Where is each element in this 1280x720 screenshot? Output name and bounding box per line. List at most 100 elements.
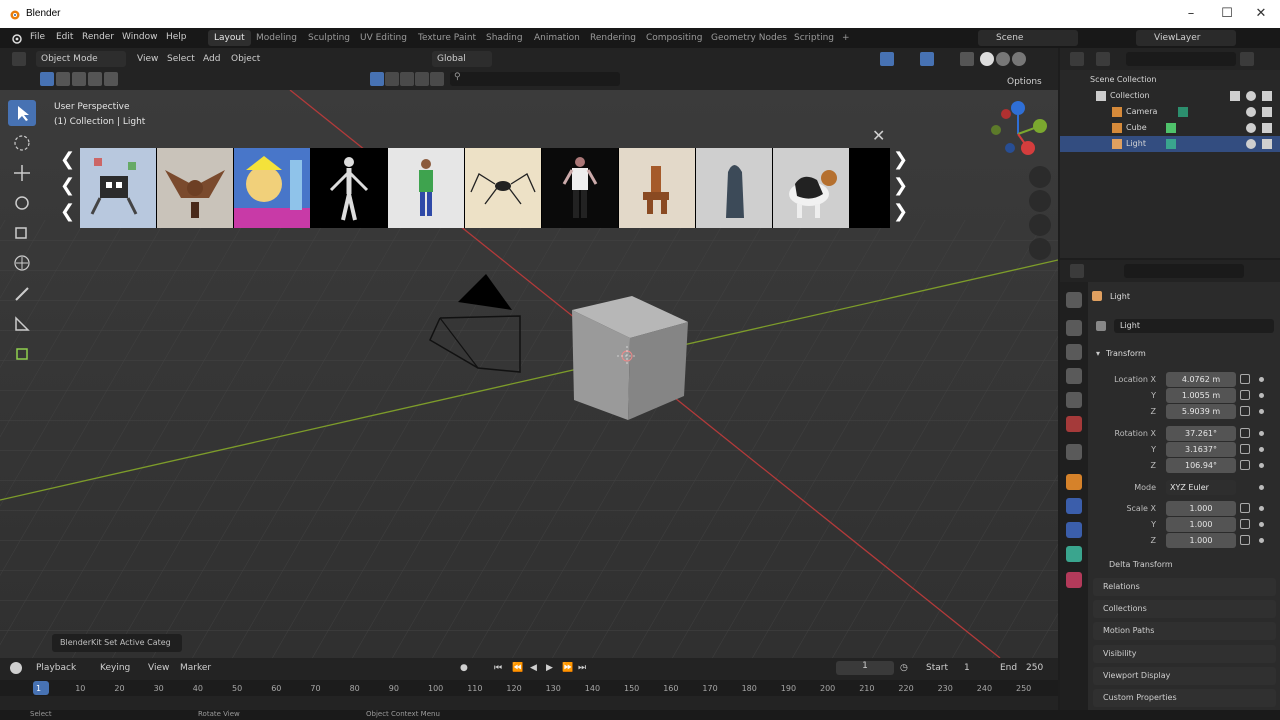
operator-redo-panel[interactable]: BlenderKit Set Active Categ — [52, 634, 182, 652]
asset-thumbnail[interactable] — [311, 148, 387, 228]
tab-geometry-nodes[interactable]: Geometry Nodes — [705, 30, 793, 46]
panel-collections[interactable]: Collections — [1093, 600, 1276, 618]
current-frame-field[interactable]: 1 — [836, 661, 894, 675]
menu-view[interactable]: View — [132, 51, 163, 67]
outliner-item-cube[interactable]: Cube — [1060, 120, 1280, 136]
view-layer-tab-icon[interactable] — [1066, 368, 1082, 384]
asset-thumbnail[interactable] — [696, 148, 772, 228]
asset-scroll-left-icon[interactable]: ❮ — [60, 150, 75, 170]
outliner-item-camera[interactable]: Camera — [1060, 104, 1280, 120]
exclude-checkbox-icon[interactable] — [1230, 91, 1240, 101]
solid-shading-icon[interactable] — [980, 52, 994, 66]
scale-z-field[interactable]: 1.000 — [1166, 533, 1236, 548]
end-frame-field[interactable]: 250 — [1026, 663, 1043, 673]
asset-scroll-right-icon[interactable]: ❯ — [893, 202, 908, 222]
filter-icon-5[interactable] — [430, 72, 444, 86]
jump-start-icon[interactable]: ⏮ — [494, 663, 502, 673]
keyframe-dot-icon[interactable] — [1259, 431, 1264, 436]
menu-window[interactable]: Window — [122, 32, 158, 42]
menu-playback[interactable]: Playback — [36, 663, 76, 673]
jump-end-icon[interactable]: ⏭ — [578, 663, 586, 673]
light-data-tab-icon[interactable] — [1066, 546, 1082, 562]
clock-icon[interactable]: ◷ — [900, 663, 908, 673]
move-tool[interactable] — [8, 160, 36, 186]
lock-icon[interactable] — [1240, 406, 1250, 416]
select-invert-icon[interactable] — [88, 72, 102, 86]
properties-search-input[interactable] — [1124, 264, 1244, 278]
asset-thumbnail[interactable] — [542, 148, 618, 228]
asset-thumbnail[interactable] — [388, 148, 464, 228]
panel-custom-properties[interactable]: Custom Properties — [1093, 689, 1276, 707]
lock-icon[interactable] — [1240, 428, 1250, 438]
filter-icon-3[interactable] — [400, 72, 414, 86]
texture-tab-icon[interactable] — [1066, 572, 1082, 588]
asset-scroll-right-icon[interactable]: ❯ — [893, 150, 908, 170]
menu-keying[interactable]: Keying — [100, 663, 130, 673]
options-button[interactable]: Options — [1002, 74, 1047, 90]
cube-object[interactable] — [572, 296, 688, 420]
display-mode-icon[interactable] — [1096, 52, 1110, 66]
tab-shading[interactable]: Shading — [480, 30, 529, 46]
scene-selector[interactable]: Scene — [978, 30, 1078, 46]
tab-sculpting[interactable]: Sculpting — [302, 30, 356, 46]
add-workspace-button[interactable]: + — [836, 30, 856, 46]
menu-select[interactable]: Select — [162, 51, 200, 67]
tab-scripting[interactable]: Scripting — [788, 30, 840, 46]
scale-x-field[interactable]: 1.000 — [1166, 501, 1236, 516]
keyframe-dot-icon[interactable] — [1259, 463, 1264, 468]
material-shading-icon[interactable] — [996, 52, 1010, 66]
keyframe-dot-icon[interactable] — [1259, 393, 1264, 398]
record-icon[interactable]: ● — [460, 663, 468, 673]
select-tool[interactable] — [8, 100, 36, 126]
object-tab-icon[interactable] — [1066, 474, 1082, 490]
pan-hand-icon[interactable] — [1029, 190, 1051, 212]
keyframe-dot-icon[interactable] — [1259, 377, 1264, 382]
menu-object[interactable]: Object — [226, 51, 265, 67]
light-data-selector-icon[interactable] — [1096, 321, 1106, 331]
tool-tab-icon[interactable] — [1066, 292, 1082, 308]
render-tab-icon[interactable] — [1066, 320, 1082, 336]
lock-icon[interactable] — [1240, 460, 1250, 470]
tab-layout[interactable]: Layout — [208, 30, 251, 46]
asset-thumbnail[interactable] — [157, 148, 233, 228]
outliner-item-collection[interactable]: Collection — [1060, 88, 1280, 104]
visibility-filter-icon[interactable] — [370, 72, 384, 86]
zoom-icon[interactable] — [1029, 166, 1051, 188]
add-cube-tool[interactable] — [8, 340, 36, 366]
location-z-field[interactable]: 5.9039 m — [1166, 404, 1236, 419]
perspective-toggle-icon[interactable] — [1029, 238, 1051, 260]
lock-icon[interactable] — [1240, 519, 1250, 529]
constraints-tab-icon[interactable] — [1066, 522, 1082, 538]
panel-relations[interactable]: Relations — [1093, 578, 1276, 596]
lock-icon[interactable] — [1240, 535, 1250, 545]
rotation-mode-dropdown[interactable]: XYZ Euler — [1166, 480, 1236, 495]
camera-render-icon[interactable] — [1262, 107, 1272, 117]
editor-type-icon[interactable] — [12, 52, 26, 66]
menu-add[interactable]: Add — [198, 51, 225, 67]
collection-tab-icon[interactable] — [1066, 444, 1082, 460]
keyframe-dot-icon[interactable] — [1259, 538, 1264, 543]
menu-marker[interactable]: Marker — [180, 663, 211, 673]
cursor-tool[interactable] — [8, 130, 36, 156]
world-tab-icon[interactable] — [1066, 416, 1082, 432]
play-reverse-icon[interactable]: ◀ — [530, 663, 537, 673]
menu-help[interactable]: Help — [166, 32, 187, 42]
view-layer-selector[interactable]: ViewLayer — [1136, 30, 1236, 46]
minimize-button[interactable]: – — [1176, 4, 1206, 24]
annotate-tool[interactable] — [8, 280, 36, 306]
search-input[interactable]: ⚲ — [450, 72, 620, 86]
rotate-tool[interactable] — [8, 190, 36, 216]
chevron-down-icon[interactable]: ▾ — [1096, 349, 1100, 358]
close-icon[interactable]: ✕ — [872, 126, 885, 145]
object-name-field[interactable]: Light — [1114, 319, 1274, 333]
asset-thumbnail[interactable] — [80, 148, 156, 228]
mode-dropdown[interactable]: Object Mode — [36, 51, 126, 67]
scene-tab-icon[interactable] — [1066, 392, 1082, 408]
keyframe-dot-icon[interactable] — [1259, 409, 1264, 414]
asset-scroll-right-icon[interactable]: ❯ — [893, 176, 908, 196]
transform-tool[interactable] — [8, 250, 36, 276]
scale-tool[interactable] — [8, 220, 36, 246]
start-frame-field[interactable]: 1 — [964, 663, 970, 673]
asset-thumbnail[interactable] — [773, 148, 849, 228]
rotation-x-field[interactable]: 37.261° — [1166, 426, 1236, 441]
